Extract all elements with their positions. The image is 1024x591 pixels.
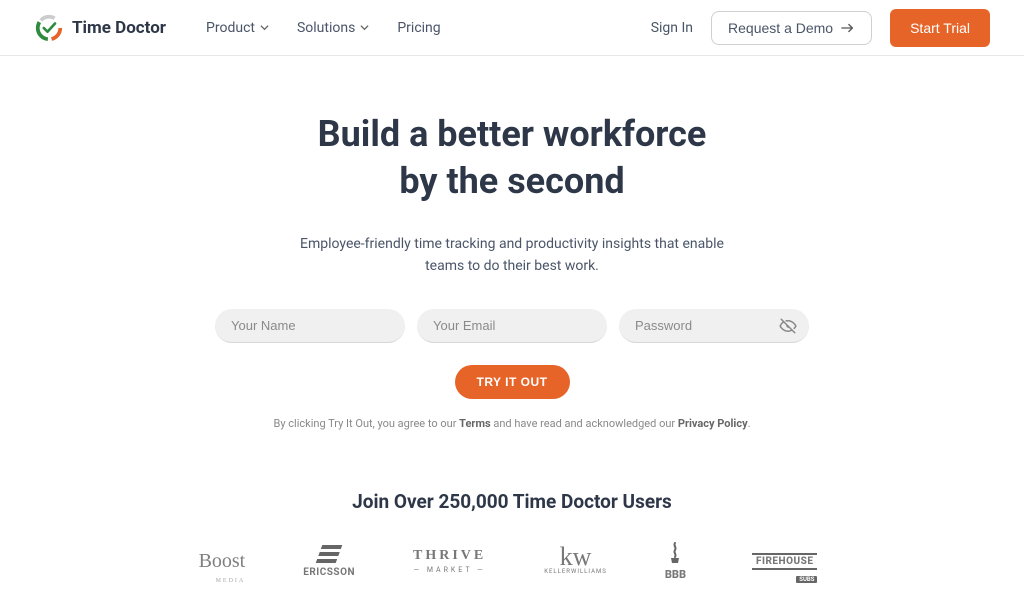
navbar: Time Doctor Product Solutions Pricing Si… <box>0 0 1024 56</box>
consent-middle: and have read and acknowledged our <box>491 417 678 430</box>
chevron-down-icon <box>360 23 369 32</box>
brand-logo[interactable]: Time Doctor <box>34 13 166 43</box>
hero-title-line1: Build a better workforce <box>318 113 707 155</box>
terms-link[interactable]: Terms <box>459 417 490 430</box>
nav-right: Sign In Request a Demo Start Trial <box>651 9 990 47</box>
boost-text: Boost <box>199 550 246 573</box>
client-logo-boost: Boost MEDIA <box>199 541 246 581</box>
hero-subtitle: Employee-friendly time tracking and prod… <box>0 233 1024 278</box>
nav-item-product[interactable]: Product <box>206 20 269 36</box>
consent-text: By clicking Try It Out, you agree to our… <box>0 417 1024 430</box>
client-logo-ericsson: ERICSSON <box>303 541 355 581</box>
bbb-text: BBB <box>665 568 686 581</box>
email-field-wrap <box>417 309 607 343</box>
hero-subtitle-line1: Employee-friendly time tracking and prod… <box>300 236 724 252</box>
start-trial-button[interactable]: Start Trial <box>890 9 990 47</box>
nav-label: Product <box>206 20 255 36</box>
brand-name: Time Doctor <box>72 18 166 38</box>
kw-sub: KELLERWILLIAMS <box>544 568 607 575</box>
password-field-wrap <box>619 309 809 343</box>
firehouse-sub: SUBS <box>796 576 817 583</box>
client-logo-bbb: BBB <box>665 541 686 581</box>
eye-off-icon[interactable] <box>779 317 797 335</box>
thrive-main: THRIVE <box>413 548 486 564</box>
client-logo-thrive: THRIVE — MARKET — <box>413 541 486 581</box>
torch-icon <box>667 542 683 568</box>
try-it-out-button[interactable]: TRY IT OUT <box>455 365 570 399</box>
ericsson-text: ERICSSON <box>303 567 355 578</box>
name-field-wrap <box>215 309 405 343</box>
users-heading: Join Over 250,000 Time Doctor Users <box>0 490 1024 513</box>
nav-item-pricing[interactable]: Pricing <box>397 20 440 36</box>
logo-icon <box>34 13 64 43</box>
client-logos-row: Boost MEDIA ERICSSON THRIVE — MARKET — k… <box>0 541 1024 581</box>
boost-sub: MEDIA <box>216 578 246 584</box>
hero-title: Build a better workforce by the second <box>0 111 1024 205</box>
ericsson-bars-icon <box>316 545 343 563</box>
nav-label: Solutions <box>297 20 355 36</box>
nav-links: Product Solutions Pricing <box>206 20 441 36</box>
client-logo-kw: kw KELLERWILLIAMS <box>544 541 607 581</box>
kw-main: kw <box>560 547 592 568</box>
nav-item-solutions[interactable]: Solutions <box>297 20 369 36</box>
consent-prefix: By clicking Try It Out, you agree to our <box>273 417 459 430</box>
nav-label: Pricing <box>397 20 440 36</box>
demo-label: Request a Demo <box>728 20 833 36</box>
hero-subtitle-line2: teams to do their best work. <box>425 258 599 274</box>
signup-form <box>0 309 1024 343</box>
client-logo-firehouse: FIREHOUSE SUBS <box>744 541 825 581</box>
hero-section: Build a better workforce by the second E… <box>0 56 1024 430</box>
arrow-right-icon <box>841 22 855 34</box>
users-section: Join Over 250,000 Time Doctor Users Boos… <box>0 490 1024 581</box>
request-demo-button[interactable]: Request a Demo <box>711 11 872 45</box>
thrive-sub: — MARKET — <box>414 566 486 574</box>
name-input[interactable] <box>215 309 405 343</box>
email-input[interactable] <box>417 309 607 343</box>
firehouse-main: FIREHOUSE <box>752 553 817 570</box>
hero-title-line2: by the second <box>399 160 624 202</box>
privacy-link[interactable]: Privacy Policy <box>678 417 748 430</box>
chevron-down-icon <box>260 23 269 32</box>
signin-link[interactable]: Sign In <box>651 20 693 36</box>
consent-suffix: . <box>748 417 751 430</box>
